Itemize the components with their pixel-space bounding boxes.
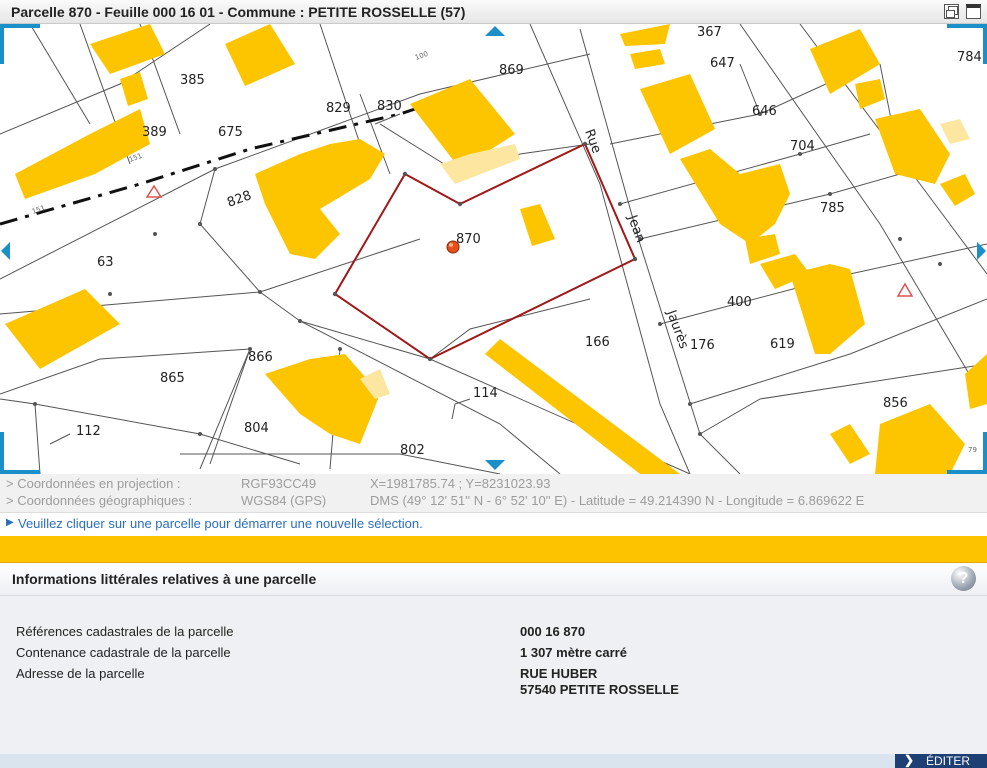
edit-button[interactable]: ❯ ÉDITER bbox=[895, 753, 987, 768]
parcel-label: 646 bbox=[752, 104, 777, 119]
parcel-label: 784 bbox=[957, 50, 982, 65]
maximize-window-icon[interactable] bbox=[966, 4, 981, 19]
window-title: Parcelle 870 - Feuille 000 16 01 - Commu… bbox=[11, 4, 466, 20]
selected-parcel-outline[interactable] bbox=[333, 142, 637, 361]
parcel-label: 114 bbox=[473, 386, 498, 401]
parcel-label-selected: 870 bbox=[456, 232, 481, 247]
geographic-coordinates-row: > Coordonnées géographiques : WGS84 (GPS… bbox=[0, 493, 987, 511]
parcel-label: 619 bbox=[770, 337, 795, 352]
projection-coordinates-row: > Coordonnées en projection : RGF93CC49 … bbox=[0, 476, 987, 494]
cadastral-area-label: Contenance cadastrale de la parcelle bbox=[16, 645, 231, 660]
help-icon[interactable]: ? bbox=[951, 566, 976, 591]
projection-value: X=1981785.74 ; Y=8231023.93 bbox=[370, 476, 551, 491]
cadastral-reference-value: 000 16 870 bbox=[520, 624, 586, 639]
parcel-label: 830 bbox=[377, 99, 402, 114]
parcel-label: 804 bbox=[244, 421, 269, 436]
pan-west-arrow-icon[interactable] bbox=[1, 242, 10, 260]
buildings-light bbox=[360, 119, 970, 399]
pan-south-arrow-icon[interactable] bbox=[485, 460, 505, 470]
parcel-label: 176 bbox=[690, 338, 715, 353]
location-marker-highlight bbox=[449, 243, 453, 247]
parcel-boundaries bbox=[0, 24, 987, 474]
cadastral-map[interactable]: 367 647 784 385 869 646 704 675 829 830 … bbox=[0, 24, 987, 474]
window-title-bar: Parcelle 870 - Feuille 000 16 01 - Commu… bbox=[0, 0, 987, 24]
buildings bbox=[5, 24, 987, 474]
parcel-label: 675 bbox=[218, 125, 243, 140]
cadastral-reference-label: Références cadastrales de la parcelle bbox=[16, 624, 234, 639]
hint-arrow-icon: ▶ bbox=[6, 517, 14, 528]
small-map-labels: 100 151 151 79 bbox=[31, 50, 977, 454]
selection-hint: ▶ Veuillez cliquer sur une parcelle pour… bbox=[0, 512, 987, 535]
parcel-address-street: RUE HUBER bbox=[520, 666, 598, 681]
parcel-label: 828 bbox=[225, 188, 253, 211]
restore-window-icon[interactable] bbox=[944, 4, 959, 19]
parcel-label: 856 bbox=[883, 396, 908, 411]
parcel-label: 166 bbox=[585, 335, 610, 350]
new-selection-link[interactable]: Veuillez cliquer sur une parcelle pour d… bbox=[18, 516, 423, 531]
parcel-label: 63 bbox=[97, 255, 114, 270]
street-name-word: Rue bbox=[581, 127, 604, 155]
parcel-label: 389 bbox=[142, 125, 167, 140]
parcel-info-title: Informations littérales relatives à une … bbox=[12, 571, 317, 587]
parcel-label: 367 bbox=[697, 25, 722, 40]
parcel-label: 866 bbox=[248, 350, 273, 365]
small-map-label: 100 bbox=[414, 50, 429, 62]
parcel-info-body: Références cadastrales de la parcelle 00… bbox=[0, 596, 987, 754]
parcel-address-city: 57540 PETITE ROSSELLE bbox=[520, 682, 679, 697]
edit-button-label: ÉDITER bbox=[926, 754, 971, 768]
map-corner-brackets bbox=[0, 24, 987, 474]
projection-system: RGF93CC49 bbox=[241, 476, 317, 491]
yellow-separator-bar bbox=[0, 536, 987, 563]
chevron-right-icon: ❯ bbox=[904, 753, 915, 767]
pan-north-arrow-icon[interactable] bbox=[485, 26, 505, 36]
small-map-label: 79 bbox=[968, 446, 977, 454]
coordinates-panel: > Coordonnées en projection : RGF93CC49 … bbox=[0, 474, 987, 512]
parcel-label: 869 bbox=[499, 63, 524, 78]
parcel-label: 385 bbox=[180, 73, 205, 88]
geographic-system: WGS84 (GPS) bbox=[241, 493, 327, 508]
survey-marker-icon bbox=[145, 184, 163, 198]
parcel-label: 704 bbox=[790, 139, 815, 154]
parcel-labels: 367 647 784 385 869 646 704 675 829 830 … bbox=[76, 25, 982, 458]
small-map-label: 151 bbox=[31, 204, 46, 216]
parcel-label: 647 bbox=[710, 56, 735, 71]
parcel-label: 400 bbox=[727, 295, 752, 310]
parcel-info-header: Informations littérales relatives à une … bbox=[0, 563, 987, 596]
parcel-label: 802 bbox=[400, 443, 425, 458]
survey-marker-icon bbox=[896, 282, 914, 297]
geographic-label: > Coordonnées géographiques : bbox=[6, 493, 193, 508]
parcel-address-label: Adresse de la parcelle bbox=[16, 666, 145, 681]
parcel-label: 829 bbox=[326, 101, 351, 116]
footer-bar bbox=[0, 754, 987, 768]
map-canvas[interactable]: 367 647 784 385 869 646 704 675 829 830 … bbox=[0, 24, 987, 474]
parcel-label: 865 bbox=[160, 371, 185, 386]
projection-label: > Coordonnées en projection : bbox=[6, 476, 181, 491]
geographic-value: DMS (49° 12' 51'' N - 6° 52' 10'' E) - L… bbox=[370, 493, 865, 508]
cadastral-area-value: 1 307 mètre carré bbox=[520, 645, 627, 660]
parcel-label: 112 bbox=[76, 424, 101, 439]
parcel-label: 785 bbox=[820, 201, 845, 216]
